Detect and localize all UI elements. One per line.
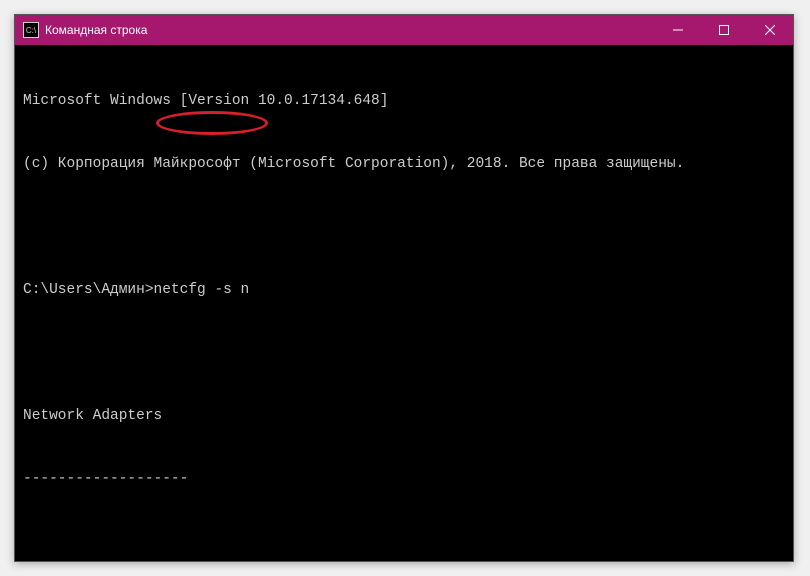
cmd-icon: C:\ bbox=[23, 22, 39, 38]
blank-line bbox=[23, 532, 785, 553]
blank-line bbox=[23, 217, 785, 238]
titlebar[interactable]: C:\ Командная строка bbox=[15, 15, 793, 45]
command-text: netcfg -s n bbox=[154, 282, 250, 298]
window-title: Командная строка bbox=[45, 23, 147, 37]
annotation-highlight bbox=[156, 111, 268, 135]
prompt-path: C:\Users\Админ> bbox=[23, 282, 154, 298]
close-button[interactable] bbox=[747, 15, 793, 45]
minimize-icon bbox=[673, 25, 683, 35]
blank-line bbox=[23, 343, 785, 364]
cmd-window: C:\ Командная строка Microsoft Windows [… bbox=[14, 14, 794, 562]
prompt-line: C:\Users\Админ>netcfg -s n bbox=[23, 280, 785, 301]
terminal-output[interactable]: Microsoft Windows [Version 10.0.17134.64… bbox=[15, 45, 793, 561]
divider: ------------------- bbox=[23, 469, 785, 490]
minimize-button[interactable] bbox=[655, 15, 701, 45]
version-line: Microsoft Windows [Version 10.0.17134.64… bbox=[23, 91, 785, 112]
copyright-line: (с) Корпорация Майкрософт (Microsoft Cor… bbox=[23, 154, 785, 175]
close-icon bbox=[765, 25, 775, 35]
section-adapters: Network Adapters bbox=[23, 406, 785, 427]
maximize-icon bbox=[719, 25, 729, 35]
maximize-button[interactable] bbox=[701, 15, 747, 45]
